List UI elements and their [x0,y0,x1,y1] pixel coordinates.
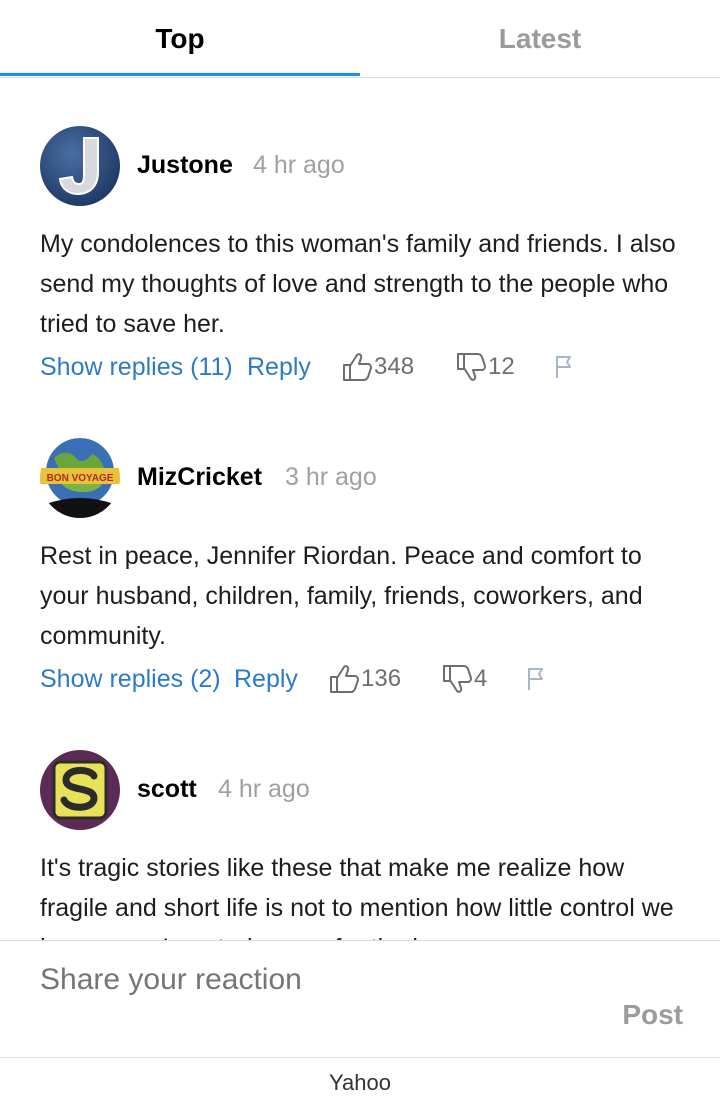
thumbs-down-icon [457,353,486,381]
brand-label: Yahoo [329,1070,391,1095]
comment-username[interactable]: scott [137,775,197,804]
avatar[interactable] [40,126,120,206]
post-button[interactable]: Post [622,999,683,1031]
dislike-count: 12 [488,353,515,380]
like-count: 348 [374,353,415,380]
comment-header: scott 4 hr ago [40,750,690,832]
comment-timestamp: 4 hr ago [218,775,310,803]
comment-timestamp: 4 hr ago [253,151,345,179]
thumbs-down-icon [443,665,472,693]
footer: Yahoo [0,1057,720,1108]
comment-username[interactable]: Justone [137,151,233,180]
show-replies-button[interactable]: Show replies (2) [40,659,221,699]
avatar[interactable]: BON VOYAGE [40,438,120,518]
share-reaction-input[interactable] [40,963,640,997]
letter-s-avatar-icon [40,750,120,830]
comment-item: scott 4 hr ago It's tragic stories like … [40,750,690,940]
like-button[interactable]: 136 [327,659,401,699]
thumbs-up-icon [343,353,372,381]
dislike-button[interactable]: 12 [454,347,515,387]
comment-text: My condolences to this woman's family an… [40,230,676,338]
avatar-label: BON VOYAGE [47,473,114,484]
tab-bar: Top Latest [0,0,720,78]
comment-text: It's tragic stories like these that make… [40,854,674,940]
comment-item: Justone 4 hr ago My condolences to this … [40,126,690,381]
comment-timestamp: 3 hr ago [285,463,377,491]
like-button[interactable]: 348 [340,347,414,387]
dislike-button[interactable]: 4 [440,659,487,699]
tab-latest[interactable]: Latest [360,0,720,77]
letter-j-avatar-icon [40,126,120,206]
comment-item: BON VOYAGE MizCricket 3 hr ago Rest in p… [40,438,690,693]
bon-voyage-globe-avatar-icon: BON VOYAGE [40,438,120,518]
avatar[interactable] [40,750,120,830]
reply-button[interactable]: Reply [247,347,311,387]
flag-icon[interactable] [552,353,580,381]
like-count: 136 [361,665,402,692]
show-replies-button[interactable]: Show replies (11) [40,347,233,387]
active-tab-indicator [0,73,360,76]
comment-username[interactable]: MizCricket [137,463,262,492]
comment-header: Justone 4 hr ago [40,126,690,208]
comments-feed[interactable]: Justone 4 hr ago My condolences to this … [0,78,720,940]
dislike-count: 4 [474,665,488,692]
thumbs-up-icon [330,665,359,693]
tab-top[interactable]: Top [0,0,360,77]
comment-text: Rest in peace, Jennifer Riordan. Peace a… [40,542,643,650]
comment-header: BON VOYAGE MizCricket 3 hr ago [40,438,690,520]
reaction-composer: Post [0,940,720,1058]
flag-icon[interactable] [524,665,552,693]
reply-button[interactable]: Reply [234,659,298,699]
